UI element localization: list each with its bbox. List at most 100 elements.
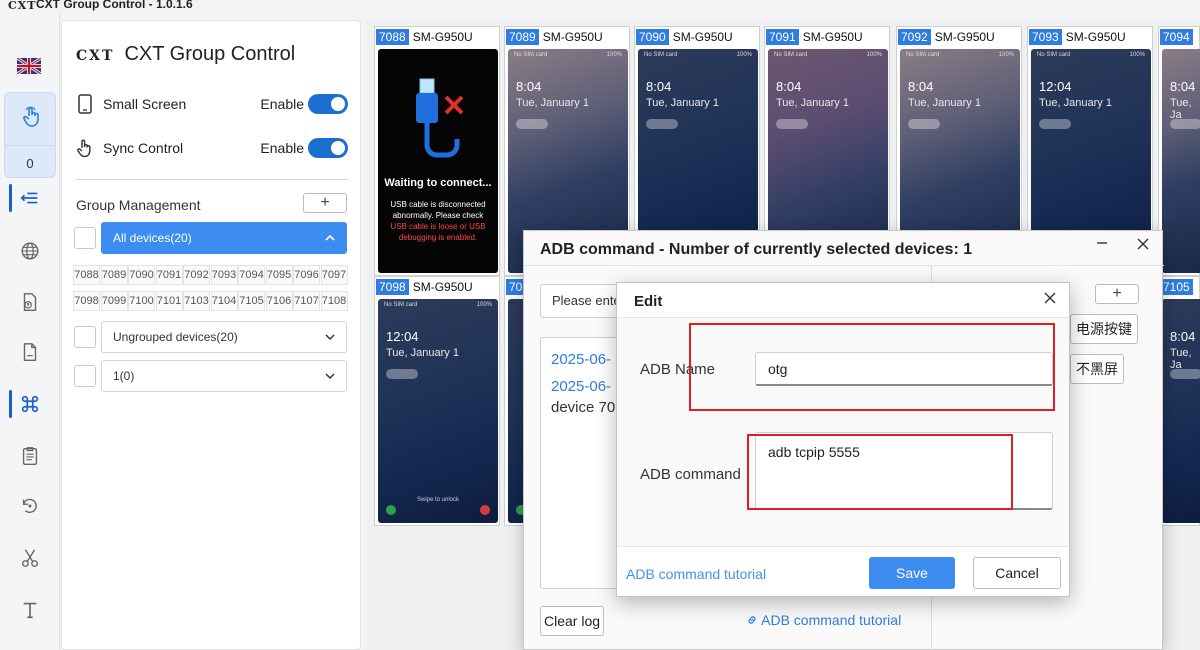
device-id-cell[interactable]: 7099: [100, 291, 128, 311]
device-id-cell[interactable]: 7108: [320, 291, 348, 311]
rail-rotate[interactable]: [0, 484, 60, 528]
device-tile[interactable]: 7088 SM-G950U Waiting to connect... USB c…: [374, 26, 500, 276]
device-id-cell[interactable]: 7095: [265, 265, 293, 285]
group-label: Ungrouped devices(20): [113, 330, 238, 344]
device-id-cell[interactable]: 7100: [128, 291, 155, 311]
device-id-cell[interactable]: 7090: [128, 265, 155, 285]
group-checkbox[interactable]: [74, 365, 96, 387]
rail-upload[interactable]: [0, 280, 60, 324]
group-ungrouped[interactable]: Ungrouped devices(20): [101, 321, 347, 353]
globe-icon: [21, 242, 39, 260]
device-header: 7094: [1159, 27, 1199, 47]
device-id-cell[interactable]: 7089: [100, 265, 128, 285]
link-icon: [748, 616, 756, 624]
chevron-down-icon: [325, 334, 335, 341]
small-screen-toggle[interactable]: [308, 94, 348, 114]
add-group-button[interactable]: +: [303, 193, 347, 213]
group-management-title: Group Management: [76, 197, 201, 213]
command-keep-screen-on-button[interactable]: 不黑屏: [1070, 354, 1124, 384]
file-icon: [23, 343, 37, 361]
rail-globe[interactable]: [0, 229, 60, 273]
status-right: 100%: [998, 52, 1014, 58]
status-left: No SIM card: [1037, 52, 1071, 58]
device-id-badge: 7094: [1160, 29, 1193, 45]
device-id-cell[interactable]: 7103: [183, 291, 210, 311]
app-logo: CXT: [8, 0, 37, 12]
lock-time: 8:04: [516, 79, 542, 94]
lock-date: Tue, Ja: [1170, 97, 1192, 121]
sync-control-row: Sync Control Enable: [76, 136, 348, 160]
lock-time: 8:04: [776, 79, 802, 94]
device-header: 7105: [1159, 277, 1199, 297]
device-id-cell[interactable]: 7092: [183, 265, 210, 285]
device-id-cell[interactable]: 7097: [320, 265, 348, 285]
device-id-cell[interactable]: 7107: [293, 291, 320, 311]
rail-clipboard[interactable]: [0, 434, 60, 478]
device-id-cell[interactable]: 7093: [210, 265, 238, 285]
upload-file-icon: [23, 293, 37, 311]
rail-file[interactable]: [0, 330, 60, 374]
uk-flag-icon[interactable]: [17, 58, 41, 74]
cancel-button[interactable]: Cancel: [973, 557, 1061, 589]
device-tile[interactable]: 7105 8:04 Tue, Ja: [1158, 276, 1200, 526]
edit-tutorial-link[interactable]: ADB command tutorial: [626, 566, 766, 582]
rail-list[interactable]: [0, 176, 60, 220]
device-id-cell[interactable]: 7088: [73, 265, 100, 285]
add-command-button[interactable]: +: [1095, 284, 1139, 304]
waiting-message: USB cable is disconnected abnormally. Pl…: [382, 199, 494, 243]
command-power-key-button[interactable]: 电源按键: [1070, 314, 1138, 344]
device-id-cell[interactable]: 7091: [155, 265, 183, 285]
close-icon[interactable]: [1043, 291, 1057, 305]
highlight-box-command: [747, 434, 1013, 510]
status-right: 100%: [736, 52, 752, 58]
clear-log-button[interactable]: Clear log: [540, 606, 604, 636]
rail-command[interactable]: [0, 382, 60, 426]
device-screen[interactable]: No SIM card 100% 12:04 Tue, January 1 Sw…: [378, 299, 498, 523]
sync-control-label: Sync Control: [103, 140, 184, 156]
usb-disconnected-icon: [416, 78, 464, 158]
lock-date: Tue, January 1: [908, 97, 981, 109]
device-id-cell[interactable]: 7098: [73, 291, 100, 311]
divider: [76, 179, 348, 180]
rail-scissors[interactable]: [0, 536, 60, 580]
lock-date: Tue, Ja: [1170, 347, 1192, 371]
device-id-cell[interactable]: 7096: [293, 265, 320, 285]
lock-time: 12:04: [386, 329, 419, 344]
device-screen[interactable]: 8:04 Tue, Ja: [1162, 299, 1200, 523]
save-button[interactable]: Save: [869, 557, 955, 589]
device-header: 7098 SM-G950U: [375, 277, 499, 297]
lock-date: Tue, January 1: [516, 97, 589, 109]
status-right: 100%: [1129, 52, 1145, 58]
status-left: No SIM card: [514, 52, 548, 58]
group-checkbox[interactable]: [74, 326, 96, 348]
camera-shortcut-icon: [480, 505, 490, 515]
sync-control-toggle[interactable]: [308, 138, 348, 158]
rail-text[interactable]: [0, 588, 60, 632]
device-id-cell[interactable]: 7106: [265, 291, 293, 311]
phone-icon: [78, 94, 92, 114]
device-id-cell[interactable]: 7094: [238, 265, 265, 285]
notification-dots: [386, 369, 418, 379]
group-1[interactable]: 1(0): [101, 360, 347, 392]
device-screen[interactable]: 8:04 Tue, Ja: [1162, 49, 1200, 273]
lock-date: Tue, January 1: [1039, 97, 1112, 109]
device-tile[interactable]: 7094 8:04 Tue, Ja: [1158, 26, 1200, 276]
touch-mode-button[interactable]: 0: [4, 92, 56, 178]
adb-tutorial-link[interactable]: ADB command tutorial: [746, 612, 901, 628]
device-id-badge: 7089: [506, 29, 539, 45]
minimize-icon[interactable]: [1094, 235, 1110, 251]
group-all-devices[interactable]: All devices(20): [101, 222, 347, 254]
clipboard-icon: [22, 447, 38, 465]
device-id-cell[interactable]: 7105: [238, 291, 265, 311]
device-id-cell[interactable]: 7101: [155, 291, 183, 311]
edit-dialog-title: Edit: [634, 293, 663, 310]
device-id-cell[interactable]: 7104: [210, 291, 238, 311]
close-icon[interactable]: [1136, 237, 1150, 251]
device-tile[interactable]: 7098 SM-G950U No SIM card 100% 12:04 Tue,…: [374, 276, 500, 526]
hand-pointer-icon: [77, 139, 91, 158]
device-screen[interactable]: Waiting to connect... USB cable is disco…: [378, 49, 498, 273]
device-header: 7092 SM-G950U: [897, 27, 1021, 47]
group-checkbox[interactable]: [74, 227, 96, 249]
notification-dots: [776, 119, 808, 129]
notification-dots: [1170, 119, 1200, 129]
